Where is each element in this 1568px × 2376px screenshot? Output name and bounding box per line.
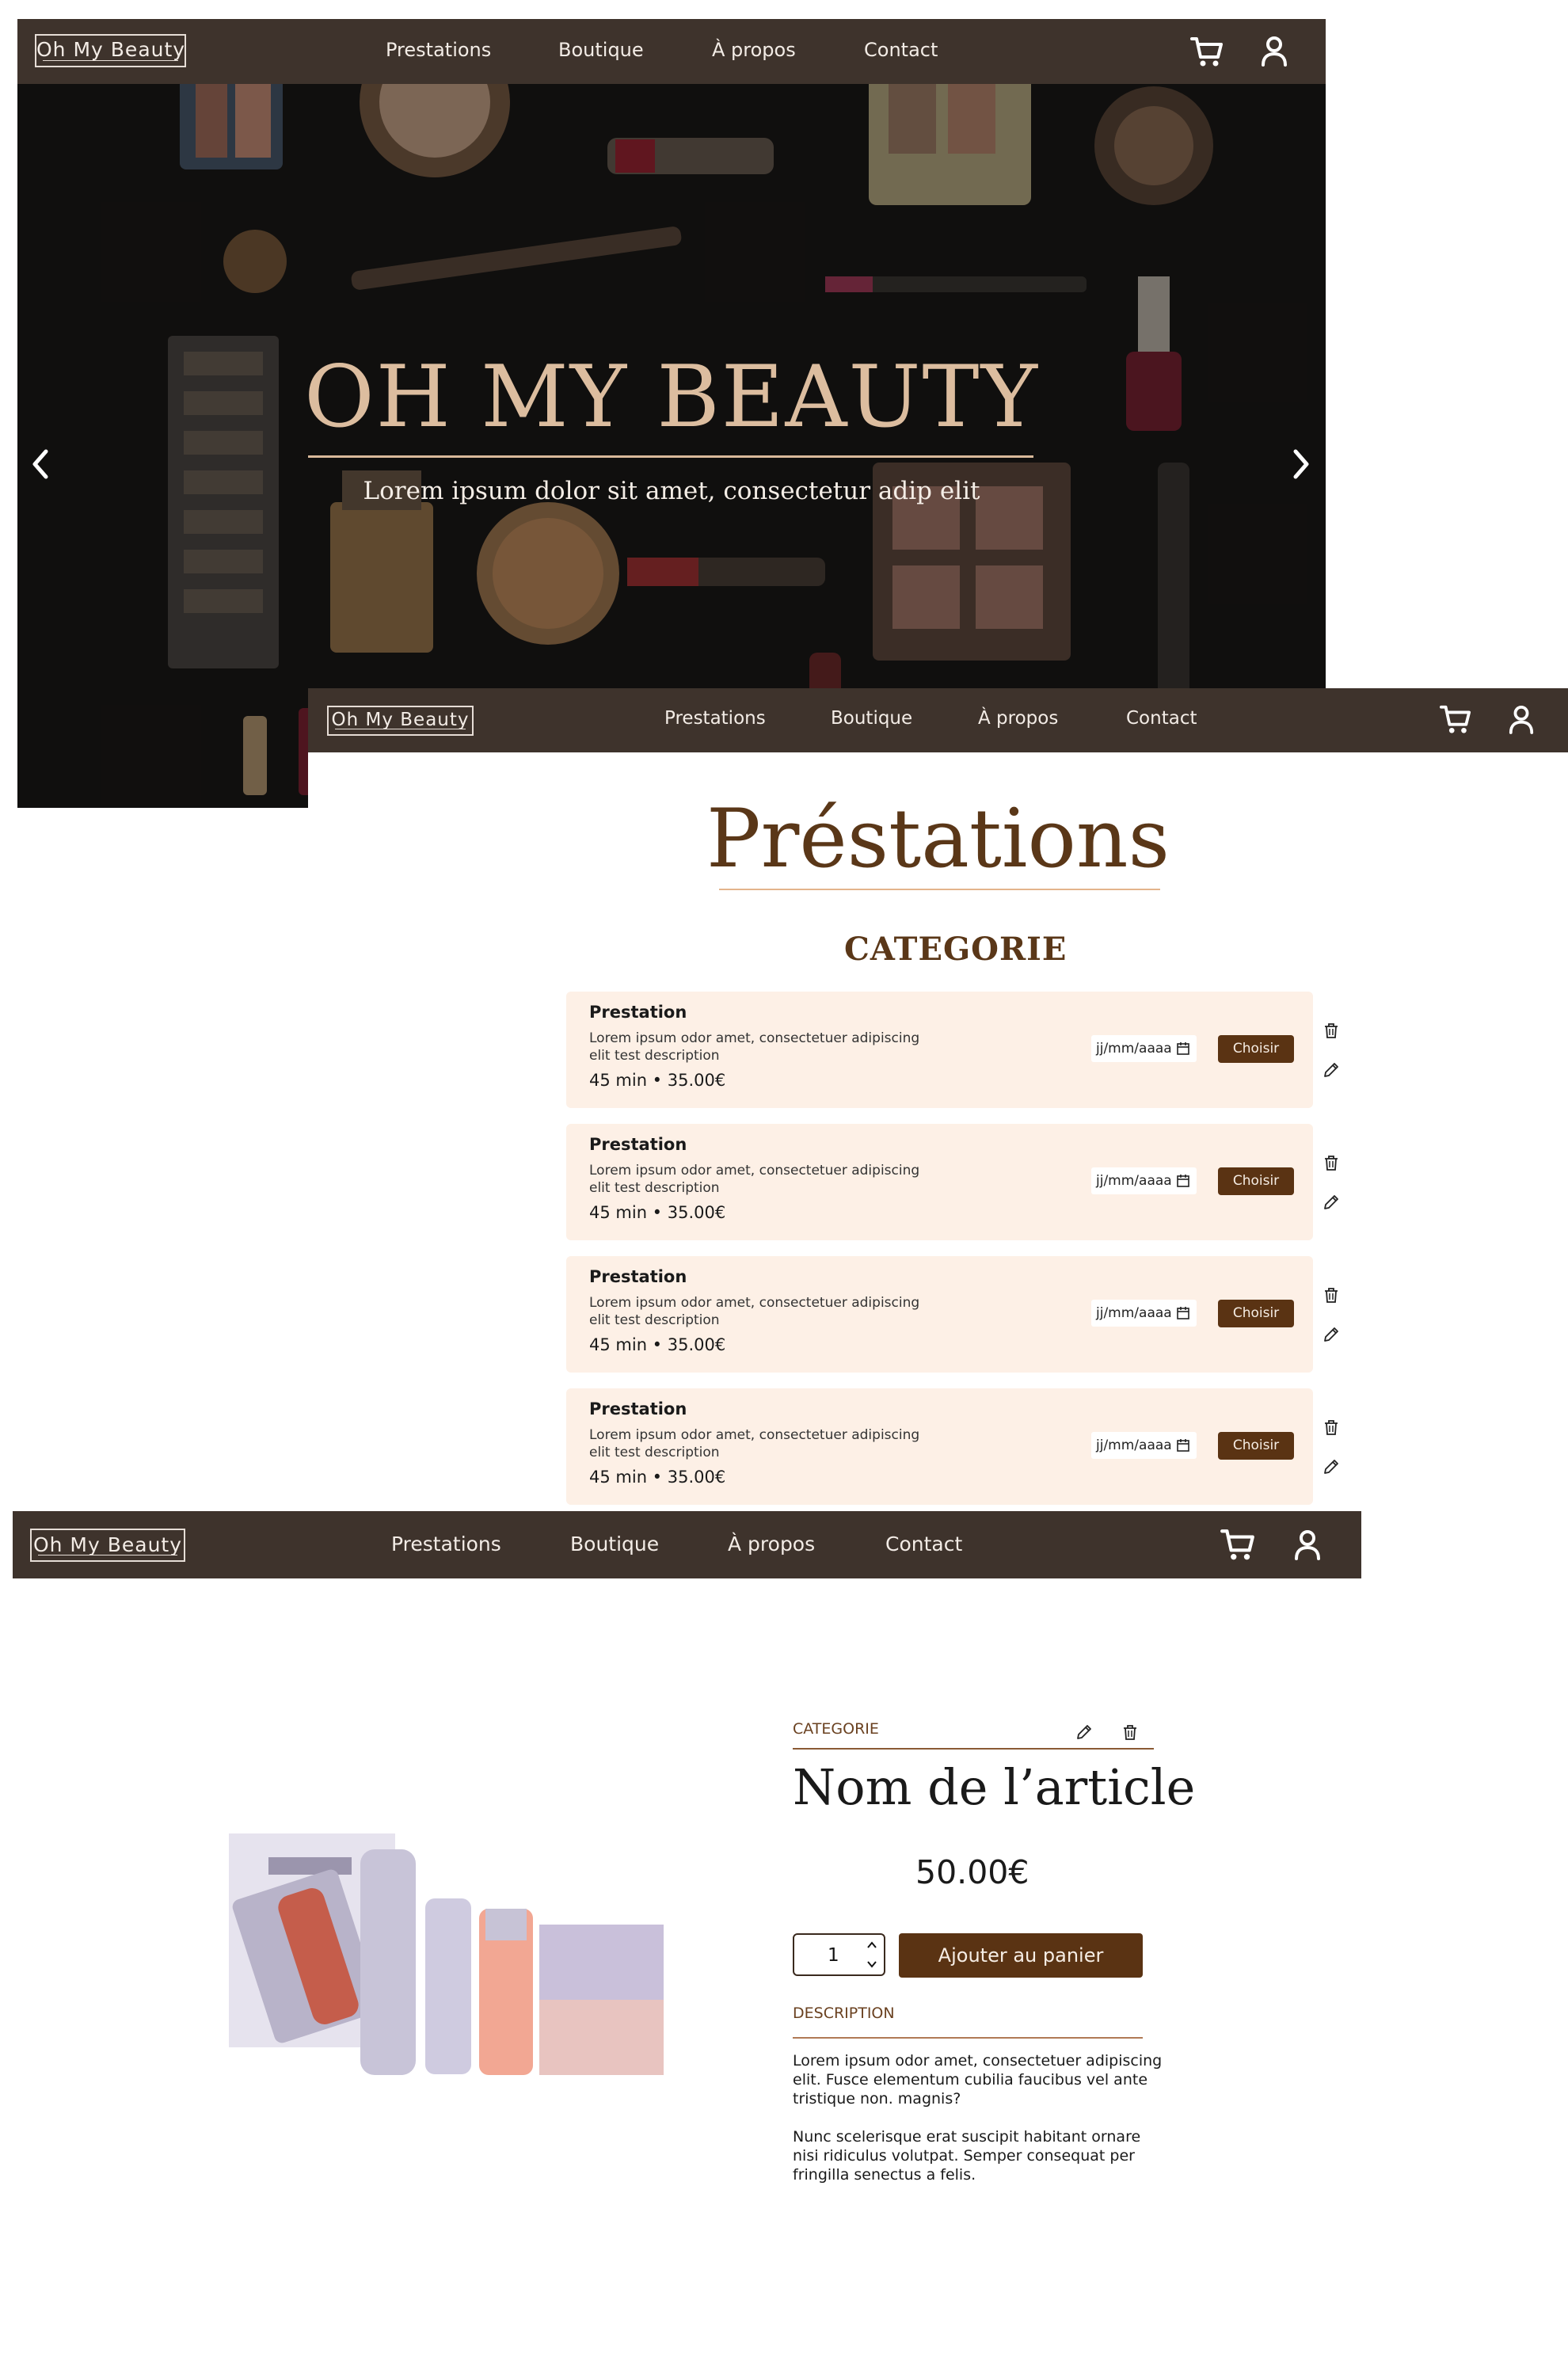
choose-button[interactable]: Choisir [1218,1300,1294,1327]
prestation-duration-price: 45 min • 35.00€ [589,1335,726,1354]
date-input[interactable]: jj/mm/aaaa [1091,1432,1197,1459]
nav-link-prestations[interactable]: Prestations [386,39,491,61]
choose-button[interactable]: Choisir [1218,1432,1294,1460]
date-placeholder: jj/mm/aaaa [1096,1173,1172,1189]
nav-link-a-propos[interactable]: À propos [712,39,796,61]
edit-pencil-icon[interactable] [1323,1458,1340,1475]
choose-button[interactable]: Choisir [1218,1167,1294,1195]
edit-pencil-icon[interactable] [1323,1194,1340,1211]
prestation-description: Lorem ipsum odor amet, consectetuer adip… [589,1030,920,1064]
hero-divider [308,455,1033,458]
trash-icon[interactable] [1323,1286,1340,1304]
calendar-icon[interactable] [1176,1041,1190,1056]
trash-icon[interactable] [1323,1418,1340,1436]
prestation-description: Lorem ipsum odor amet, consectetuer adip… [589,1163,920,1196]
nav-link-boutique[interactable]: Boutique [831,708,912,729]
nav-link-a-propos[interactable]: À propos [978,708,1058,729]
page-title: Préstations [706,792,1170,886]
product-name: Nom de l’article [793,1758,1196,1816]
date-input[interactable]: jj/mm/aaaa [1091,1167,1197,1194]
nav-link-prestations[interactable]: Prestations [391,1533,501,1555]
calendar-icon[interactable] [1176,1438,1190,1453]
date-placeholder: jj/mm/aaaa [1096,1305,1172,1321]
title-divider [719,889,1160,890]
product-category: CATEGORIE [793,1720,879,1738]
nav-link-contact[interactable]: Contact [864,39,938,61]
prestation-duration-price: 45 min • 35.00€ [589,1468,726,1487]
prestation-name: Prestation [589,1399,687,1418]
cart-icon[interactable] [1220,1527,1256,1562]
edit-pencil-icon[interactable] [1075,1723,1093,1741]
logo[interactable]: Oh My Beauty [327,706,474,736]
prestation-name: Prestation [589,1267,687,1286]
date-placeholder: jj/mm/aaaa [1096,1437,1172,1453]
prestation-duration-price: 45 min • 35.00€ [589,1071,726,1090]
add-to-cart-button[interactable]: Ajouter au panier [899,1933,1143,1978]
date-input[interactable]: jj/mm/aaaa [1091,1300,1197,1327]
quantity-stepper[interactable]: 1 [793,1933,885,1976]
logo[interactable]: Oh My Beauty [30,1529,185,1562]
prestation-duration-price: 45 min • 35.00€ [589,1203,726,1222]
edit-pencil-icon[interactable] [1323,1061,1340,1079]
trash-icon[interactable] [1121,1723,1139,1741]
description-divider [793,2037,1143,2039]
description-paragraph-2: Nunc scelerisque erat suscipit habitant … [793,2128,1141,2184]
product-page [13,1511,1361,2376]
hero-title: OH MY BEAUTY [304,348,1039,447]
product-image [229,1833,664,2075]
description-paragraph-1: Lorem ipsum odor amet, consectetuer adip… [793,2052,1163,2108]
nav-link-boutique[interactable]: Boutique [570,1533,659,1555]
prestation-card: Prestation Lorem ipsum odor amet, consec… [566,992,1313,1108]
trash-icon[interactable] [1323,1154,1340,1171]
nav-link-a-propos[interactable]: À propos [728,1533,815,1555]
quantity-increase-button[interactable] [865,1939,879,1951]
cart-icon[interactable] [1189,35,1224,68]
quantity-value[interactable]: 1 [828,1945,839,1966]
quantity-decrease-button[interactable] [865,1958,879,1970]
user-icon[interactable] [1260,35,1288,67]
navbar-product: Oh My Beauty Prestations Boutique À prop… [13,1511,1361,1578]
chevron-right-icon [1293,449,1309,479]
prestation-card: Prestation Lorem ipsum odor amet, consec… [566,1124,1313,1240]
nav-link-prestations[interactable]: Prestations [664,708,766,729]
prestation-card: Prestation Lorem ipsum odor amet, consec… [566,1388,1313,1505]
prestation-name: Prestation [589,1135,687,1154]
prestation-description: Lorem ipsum odor amet, consectetuer adip… [589,1295,920,1328]
calendar-icon[interactable] [1176,1174,1190,1188]
carousel-prev-button[interactable] [29,447,52,482]
trash-icon[interactable] [1323,1022,1340,1039]
user-icon[interactable] [1293,1528,1322,1561]
carousel-next-button[interactable] [1289,447,1313,482]
choose-button[interactable]: Choisir [1218,1035,1294,1063]
nav-link-contact[interactable]: Contact [1126,708,1197,729]
navbar-prestations: Oh My Beauty Prestations Boutique À prop… [308,688,1568,752]
prestation-card: Prestation Lorem ipsum odor amet, consec… [566,1256,1313,1373]
prestation-description: Lorem ipsum odor amet, consectetuer adip… [589,1427,920,1460]
calendar-icon[interactable] [1176,1306,1190,1320]
user-icon[interactable] [1508,704,1535,734]
chevron-left-icon [32,449,48,479]
category-title: CATEGORIE [844,931,1068,968]
nav-link-boutique[interactable]: Boutique [558,39,644,61]
chevron-down-icon [867,1961,877,1968]
nav-link-contact[interactable]: Contact [885,1533,962,1555]
date-placeholder: jj/mm/aaaa [1096,1041,1172,1057]
description-title: DESCRIPTION [793,2005,895,2022]
date-input[interactable]: jj/mm/aaaa [1091,1035,1197,1062]
hero-subtitle: Lorem ipsum dolor sit amet, consectetur … [363,477,980,505]
prestation-name: Prestation [589,1003,687,1022]
cart-icon[interactable] [1439,703,1472,735]
product-price: 50.00€ [915,1853,1029,1891]
logo[interactable]: Oh My Beauty [35,34,186,67]
navbar-home: Oh My Beauty Prestations Boutique À prop… [17,19,1326,84]
edit-pencil-icon[interactable] [1323,1326,1340,1343]
category-divider [793,1748,1154,1750]
chevron-up-icon [867,1941,877,1948]
